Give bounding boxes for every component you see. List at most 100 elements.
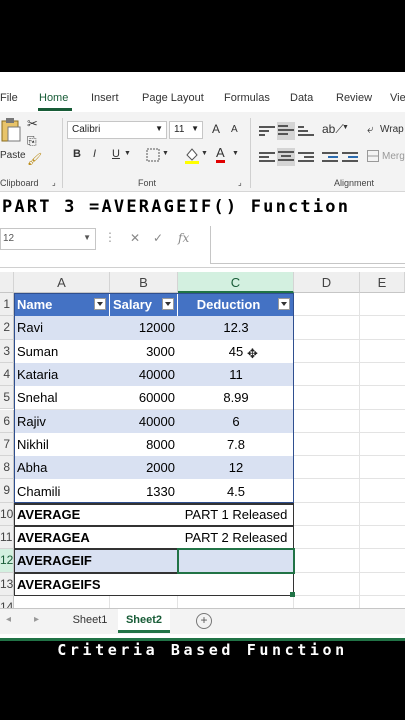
font-color-icon[interactable]: A [216,146,225,163]
cancel-icon[interactable]: ✕ [130,231,140,245]
underline-button[interactable]: U [112,148,120,160]
italic-button[interactable]: I [93,148,96,160]
tab-insert[interactable]: Insert [91,92,119,104]
cell-salary[interactable]: 40000 [110,409,178,433]
fill-handle[interactable] [290,591,295,597]
scroll-left-icon[interactable]: ◂ [6,614,11,625]
fill-color-icon[interactable] [184,146,200,164]
add-sheet-icon[interactable]: + [196,613,212,629]
summary-label[interactable]: AVERAGEIF [14,549,178,573]
header-salary[interactable]: Salary [110,293,178,317]
summary-label[interactable]: AVERAGEA [14,526,178,550]
cell-name[interactable]: Snehal [14,386,110,410]
cell-name[interactable]: Kataria [14,362,110,387]
font-launcher-icon[interactable]: ⌟ [238,178,242,187]
cell-name[interactable]: Abha [14,456,110,480]
summary-value[interactable]: PART 2 Released [178,526,294,550]
bold-button[interactable]: B [73,148,81,160]
cell-salary[interactable]: 8000 [110,432,178,457]
cell-deduction[interactable]: 45 [178,339,294,363]
row-header[interactable]: 8 [0,456,14,480]
header-name[interactable]: Name [14,293,110,317]
column-header-c[interactable]: C [178,272,294,293]
tab-page-layout[interactable]: Page Layout [142,92,204,104]
row-header[interactable]: 11 [0,526,14,550]
decrease-indent-icon[interactable] [322,150,338,164]
align-right-icon[interactable] [298,150,314,164]
middle-align-icon[interactable] [277,122,295,140]
merge-center-button[interactable]: Merg [382,151,405,162]
tab-formulas[interactable]: Formulas [224,92,270,104]
chevron-down-icon[interactable]: ▼ [162,150,169,157]
row-header[interactable]: 12 [0,549,14,573]
cell-salary[interactable]: 60000 [110,386,178,410]
cell-salary[interactable]: 1330 [110,479,178,503]
row-header[interactable]: 2 [0,316,14,340]
cell-name[interactable]: Chamili [14,479,110,503]
cell-deduction[interactable]: 11 [178,362,294,387]
copy-icon[interactable]: ⎘ [27,134,37,149]
cell-salary[interactable]: 3000 [110,339,178,363]
font-size-dropdown[interactable]: 11 ▼ [169,121,203,139]
tab-review[interactable]: Review [336,92,372,104]
cell-name[interactable]: Ravi [14,316,110,340]
top-align-icon[interactable] [259,124,275,138]
chevron-down-icon[interactable]: ▼ [232,150,239,157]
cell-deduction[interactable]: 12 [178,456,294,480]
row-header[interactable]: 13 [0,572,14,596]
shrink-font-button[interactable]: A [231,124,238,135]
align-center-icon[interactable] [277,148,295,166]
column-header-a[interactable]: A [14,272,110,293]
cell-salary[interactable]: 2000 [110,456,178,480]
row-header[interactable]: 4 [0,362,14,387]
paste-label[interactable]: Paste [0,150,26,161]
row-header[interactable]: 6 [0,409,14,433]
font-name-dropdown[interactable]: Calibri ▼ [67,121,167,139]
row-header[interactable]: 10 [0,502,14,526]
row-header[interactable]: 1 [0,293,14,317]
cell-deduction[interactable]: 12.3 [178,316,294,340]
cell-salary[interactable]: 40000 [110,362,178,387]
cell-name[interactable]: Suman [14,339,110,363]
summary-label[interactable]: AVERAGEIFS [14,572,178,596]
column-header-d[interactable]: D [294,272,360,293]
column-header-b[interactable]: B [110,272,178,293]
chevron-down-icon[interactable]: ▼ [124,150,131,157]
cell-deduction[interactable]: 7.8 [178,432,294,457]
cell-deduction[interactable]: 4.5 [178,479,294,503]
summary-value[interactable] [178,572,294,596]
tab-file[interactable]: File [0,92,18,104]
chevron-down-icon[interactable]: ▼ [201,150,208,157]
orientation-icon[interactable]: ab⟋ [322,122,344,137]
select-all-corner[interactable] [0,272,14,293]
insert-function-icon[interactable]: fx [178,231,189,245]
cell-deduction[interactable]: 8.99 [178,386,294,410]
clipboard-launcher-icon[interactable]: ⌟ [52,178,56,187]
cell-salary[interactable]: 12000 [110,316,178,340]
filter-dropdown-icon[interactable] [162,298,174,310]
wrap-text-icon[interactable]: ⤶ [367,122,374,137]
formula-input[interactable] [210,226,405,264]
tab-data[interactable]: Data [290,92,313,104]
cell-name[interactable]: Nikhil [14,432,110,457]
merge-center-icon[interactable] [367,150,379,162]
align-left-icon[interactable] [259,150,275,164]
filter-dropdown-icon[interactable] [278,298,290,310]
row-header[interactable]: 5 [0,386,14,410]
wrap-text-button[interactable]: Wrap [380,124,404,135]
format-painter-icon[interactable]: 🖌 [27,152,42,166]
column-header-e[interactable]: E [360,272,405,293]
scroll-right-icon[interactable]: ▸ [34,614,39,625]
header-deduction[interactable]: Deduction [178,293,294,317]
cell-deduction[interactable]: 6 [178,409,294,433]
chevron-down-icon[interactable]: ▼ [342,124,349,131]
tab-home[interactable]: Home [39,92,68,104]
row-header[interactable]: 9 [0,479,14,503]
cut-icon[interactable]: ✂ [27,116,38,132]
row-header[interactable]: 7 [0,432,14,457]
grow-font-button[interactable]: A [212,122,220,136]
borders-icon[interactable] [146,148,160,162]
enter-icon[interactable]: ✓ [153,231,163,245]
row-header[interactable]: 3 [0,339,14,363]
summary-label[interactable]: AVERAGE [14,502,178,526]
